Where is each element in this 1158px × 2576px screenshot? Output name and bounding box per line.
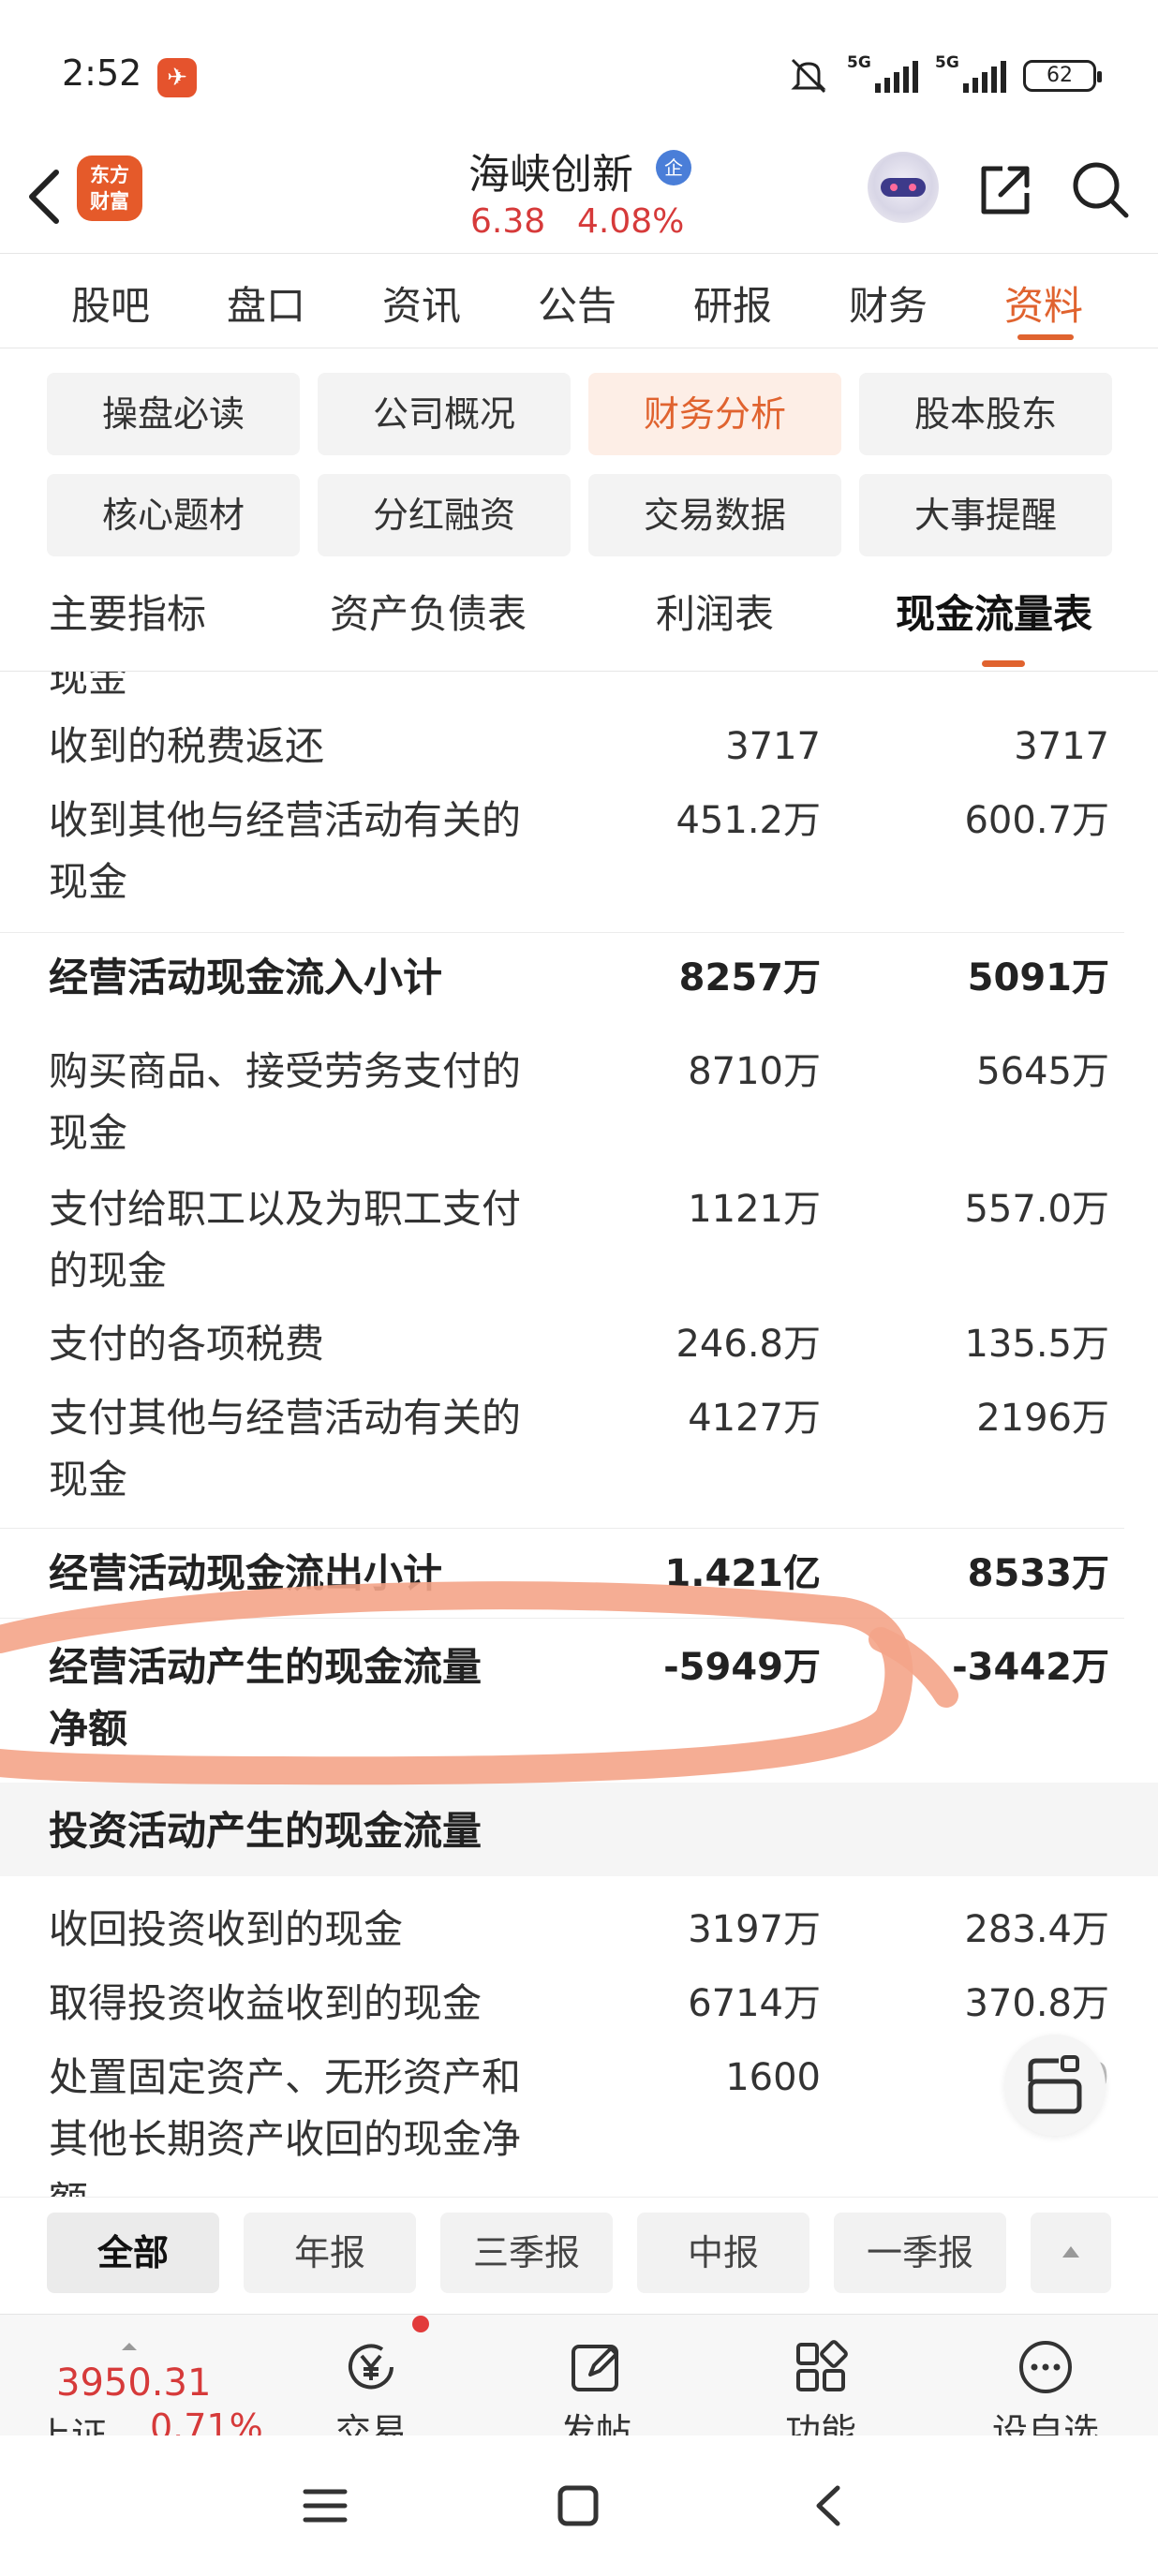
category-shareholders[interactable]: 股本股东: [859, 373, 1112, 455]
subtab-key-indicators[interactable]: 主要指标: [49, 583, 206, 640]
notification-dot: [412, 2316, 429, 2332]
nav-post[interactable]: 发帖: [530, 2324, 661, 2452]
status-time: 2:52: [62, 52, 142, 94]
subtab-balance-sheet[interactable]: 资产负债表: [330, 583, 527, 640]
category-trading-data[interactable]: 交易数据: [588, 474, 841, 556]
grid-functions-icon: [796, 2340, 848, 2391]
category-financial-analysis[interactable]: 财务分析: [588, 373, 841, 455]
nav-watchlist-settings[interactable]: 设自选: [980, 2324, 1111, 2452]
battery-icon: 62: [1023, 60, 1102, 92]
trade-yen-icon: [349, 2344, 393, 2390]
back-icon[interactable]: [811, 2484, 845, 2527]
active-subtab-indicator: [982, 660, 1025, 667]
filter-all[interactable]: 全部: [47, 2213, 219, 2293]
search-icon[interactable]: [1068, 157, 1134, 223]
status-bar: 2:52 ✈ 5G 5G 62: [0, 0, 1158, 141]
active-tab-indicator: [1017, 334, 1074, 340]
tab-profile[interactable]: 资料: [1004, 274, 1083, 332]
category-core-themes[interactable]: 核心题材: [47, 474, 300, 556]
tab-pankou[interactable]: 盘口: [227, 274, 305, 332]
nav-functions[interactable]: 功能: [755, 2324, 886, 2452]
category-company-overview[interactable]: 公司概况: [318, 373, 571, 455]
share-icon[interactable]: [974, 159, 1036, 221]
telegram-notification-icon: ✈: [157, 58, 197, 97]
tab-finance[interactable]: 财务: [849, 274, 928, 332]
back-arrow-icon[interactable]: [19, 159, 75, 234]
filter-q1[interactable]: 一季报: [834, 2213, 1006, 2293]
stock-change-pct: 4.08%: [577, 202, 685, 241]
verified-enterprise-icon: 企: [656, 150, 691, 185]
divider: [0, 1618, 1124, 1619]
switch-layout-icon: [1028, 2055, 1082, 2114]
tab-research[interactable]: 研报: [693, 274, 772, 332]
stock-header: 东方 财富 海峡创新 企 6.38 4.08%: [0, 141, 1158, 253]
filter-half-year[interactable]: 中报: [637, 2213, 809, 2293]
nav-trade[interactable]: 交易: [305, 2324, 437, 2452]
scroll-top-button[interactable]: [1031, 2213, 1111, 2293]
signal-icon-1: 5G: [847, 53, 918, 93]
stock-price: 6.38: [470, 202, 546, 241]
category-events[interactable]: 大事提醒: [859, 474, 1112, 556]
edit-post-icon: [572, 2345, 618, 2391]
tab-guba[interactable]: 股吧: [71, 274, 150, 332]
tab-announcements[interactable]: 公告: [538, 274, 616, 332]
signal-icon-2: 5G: [935, 53, 1006, 93]
floating-switch-button[interactable]: [1004, 2035, 1106, 2136]
stock-name: 海峡创新: [468, 151, 633, 199]
divider: [0, 1528, 1124, 1529]
filter-q3[interactable]: 三季报: [440, 2213, 613, 2293]
caret-up-icon: [122, 2343, 137, 2350]
filter-annual[interactable]: 年报: [244, 2213, 416, 2293]
tab-news[interactable]: 资讯: [382, 274, 461, 332]
more-dots-icon: [1019, 2341, 1072, 2393]
period-filter-bar: 全部 年报 三季报 中报 一季报: [0, 2197, 1158, 2309]
subtab-income-statement[interactable]: 利润表: [656, 583, 774, 640]
section-header: 投资活动产生的现金流量: [0, 1783, 1158, 1876]
ai-assistant-icon[interactable]: [868, 152, 939, 223]
mute-bell-icon: [791, 58, 826, 94]
cash-flow-table: 现金 收到的税费返还 3717 3717 收到其他与经营活动有关的 现金 451.…: [0, 672, 1158, 2197]
main-tabs: 股吧 盘口 资讯 公告 研报 财务 资料: [0, 253, 1158, 348]
app-logo[interactable]: 东方 财富: [77, 155, 142, 221]
category-dividends-financing[interactable]: 分红融资: [318, 474, 571, 556]
index-value[interactable]: 3950.31: [56, 2361, 211, 2405]
system-nav-bar: [0, 2435, 1158, 2576]
subtab-cash-flow[interactable]: 现金流量表: [896, 583, 1092, 640]
category-trading-essentials[interactable]: 操盘必读: [47, 373, 300, 455]
bottom-nav: 3950.31 上证 0.71% 交易 发帖 功能 设自选: [0, 2314, 1158, 2456]
divider: [0, 932, 1124, 933]
menu-icon[interactable]: [302, 2484, 349, 2527]
home-icon[interactable]: [557, 2484, 600, 2527]
status-indicators: 5G 5G 62: [787, 53, 1102, 96]
